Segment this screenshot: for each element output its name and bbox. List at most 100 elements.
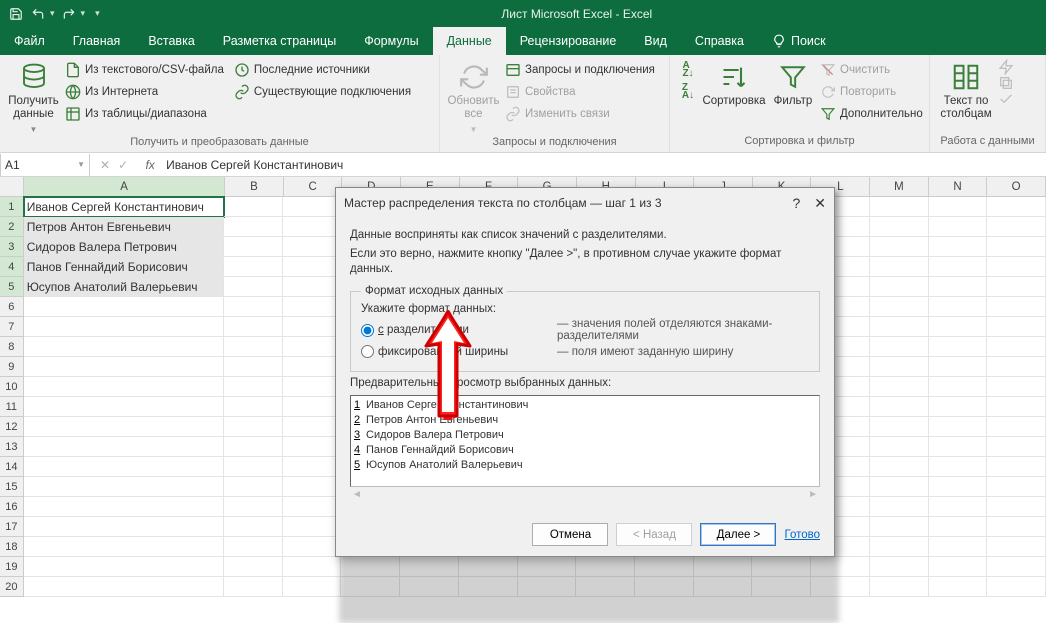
cell[interactable]	[929, 517, 988, 537]
cell[interactable]	[870, 537, 929, 557]
advanced-filter-button[interactable]: Дополнительно	[820, 103, 923, 125]
cell[interactable]	[929, 377, 988, 397]
cell[interactable]	[870, 317, 929, 337]
qat-customize-icon[interactable]: ▾	[95, 8, 100, 19]
cell[interactable]	[870, 197, 929, 217]
cell[interactable]	[283, 397, 342, 417]
cell[interactable]	[987, 457, 1046, 477]
dialog-titlebar[interactable]: Мастер распределения текста по столбцам …	[336, 188, 834, 218]
cell[interactable]	[929, 237, 988, 257]
cell[interactable]	[224, 477, 283, 497]
row-header[interactable]: 15	[0, 477, 24, 497]
cell[interactable]	[224, 197, 283, 217]
get-data-button[interactable]: Получить данные ▼	[6, 59, 61, 136]
cell[interactable]	[224, 237, 283, 257]
cell[interactable]	[24, 357, 224, 377]
cell[interactable]	[24, 377, 224, 397]
cell[interactable]	[870, 557, 929, 577]
cell[interactable]	[929, 417, 988, 437]
row-header[interactable]: 7	[0, 317, 24, 337]
tab-formulas[interactable]: Формулы	[350, 27, 432, 55]
tab-data[interactable]: Данные	[433, 27, 506, 55]
cell[interactable]	[870, 577, 929, 597]
cell[interactable]	[224, 457, 283, 477]
row-header[interactable]: 18	[0, 537, 24, 557]
cell[interactable]	[870, 357, 929, 377]
close-icon[interactable]: ✕	[814, 195, 826, 212]
cell[interactable]	[283, 297, 342, 317]
cell[interactable]	[929, 257, 988, 277]
cell[interactable]	[24, 517, 224, 537]
cell[interactable]	[987, 197, 1046, 217]
tab-file[interactable]: Файл	[0, 27, 59, 55]
cell[interactable]	[224, 497, 283, 517]
cell[interactable]	[224, 297, 283, 317]
cell[interactable]	[929, 397, 988, 417]
cell[interactable]	[987, 557, 1046, 577]
cell[interactable]	[929, 557, 988, 577]
row-header[interactable]: 10	[0, 377, 24, 397]
cell[interactable]	[870, 277, 929, 297]
cell[interactable]	[870, 457, 929, 477]
refresh-all-button[interactable]: Обновить все ▼	[446, 59, 501, 136]
cell[interactable]	[224, 577, 283, 597]
cell[interactable]	[870, 297, 929, 317]
row-header[interactable]: 5	[0, 277, 24, 297]
row-header[interactable]: 13	[0, 437, 24, 457]
from-table-button[interactable]: Из таблицы/диапазона	[65, 103, 224, 125]
cell[interactable]	[283, 237, 342, 257]
cell[interactable]	[224, 317, 283, 337]
cell[interactable]: Сидоров Валера Петрович	[24, 237, 224, 257]
cell[interactable]	[24, 337, 224, 357]
radio-delimited[interactable]	[361, 324, 374, 337]
cell[interactable]	[987, 377, 1046, 397]
existing-conn-button[interactable]: Существующие подключения	[234, 81, 411, 103]
cell[interactable]	[24, 577, 224, 597]
cell[interactable]	[283, 357, 342, 377]
cell[interactable]	[987, 497, 1046, 517]
cell[interactable]	[870, 497, 929, 517]
cell[interactable]	[224, 397, 283, 417]
sort-az-button[interactable]: AZ↓	[680, 59, 696, 81]
from-csv-button[interactable]: Из текстового/CSV-файла	[65, 59, 224, 81]
cell[interactable]	[224, 417, 283, 437]
cell[interactable]	[224, 357, 283, 377]
cell[interactable]: Юсупов Анатолий Валерьевич	[24, 277, 224, 297]
preview-scrollbar[interactable]: ◄►	[350, 487, 820, 501]
cancel-button[interactable]: Отмена	[532, 523, 608, 546]
cell[interactable]	[24, 317, 224, 337]
cell[interactable]	[24, 457, 224, 477]
cell[interactable]	[987, 257, 1046, 277]
cell[interactable]	[283, 417, 342, 437]
redo-icon[interactable]	[61, 6, 77, 22]
row-header[interactable]: 1	[0, 197, 24, 217]
cell[interactable]	[929, 537, 988, 557]
cell[interactable]	[870, 257, 929, 277]
column-header[interactable]: B	[225, 177, 284, 196]
cell[interactable]	[987, 517, 1046, 537]
redo-dropdown-icon[interactable]: ▾	[81, 8, 86, 19]
undo-icon[interactable]	[30, 6, 46, 22]
column-header[interactable]: M	[870, 177, 929, 196]
cell[interactable]	[224, 437, 283, 457]
cell[interactable]	[283, 197, 342, 217]
cell[interactable]	[224, 337, 283, 357]
cell[interactable]	[987, 537, 1046, 557]
cell[interactable]	[24, 297, 224, 317]
cell[interactable]	[224, 557, 283, 577]
cell[interactable]	[929, 277, 988, 297]
cell[interactable]	[870, 217, 929, 237]
cell[interactable]	[987, 217, 1046, 237]
cell[interactable]	[224, 537, 283, 557]
filter-button[interactable]: Фильтр	[768, 59, 818, 108]
cell[interactable]	[929, 217, 988, 237]
cell[interactable]	[870, 517, 929, 537]
cell[interactable]	[987, 357, 1046, 377]
cell[interactable]	[283, 517, 342, 537]
tab-layout[interactable]: Разметка страницы	[209, 27, 350, 55]
cell[interactable]	[987, 297, 1046, 317]
cell[interactable]	[224, 517, 283, 537]
row-header[interactable]: 2	[0, 217, 24, 237]
queries-button[interactable]: Запросы и подключения	[505, 59, 655, 81]
name-box[interactable]: A1▼	[0, 154, 90, 176]
